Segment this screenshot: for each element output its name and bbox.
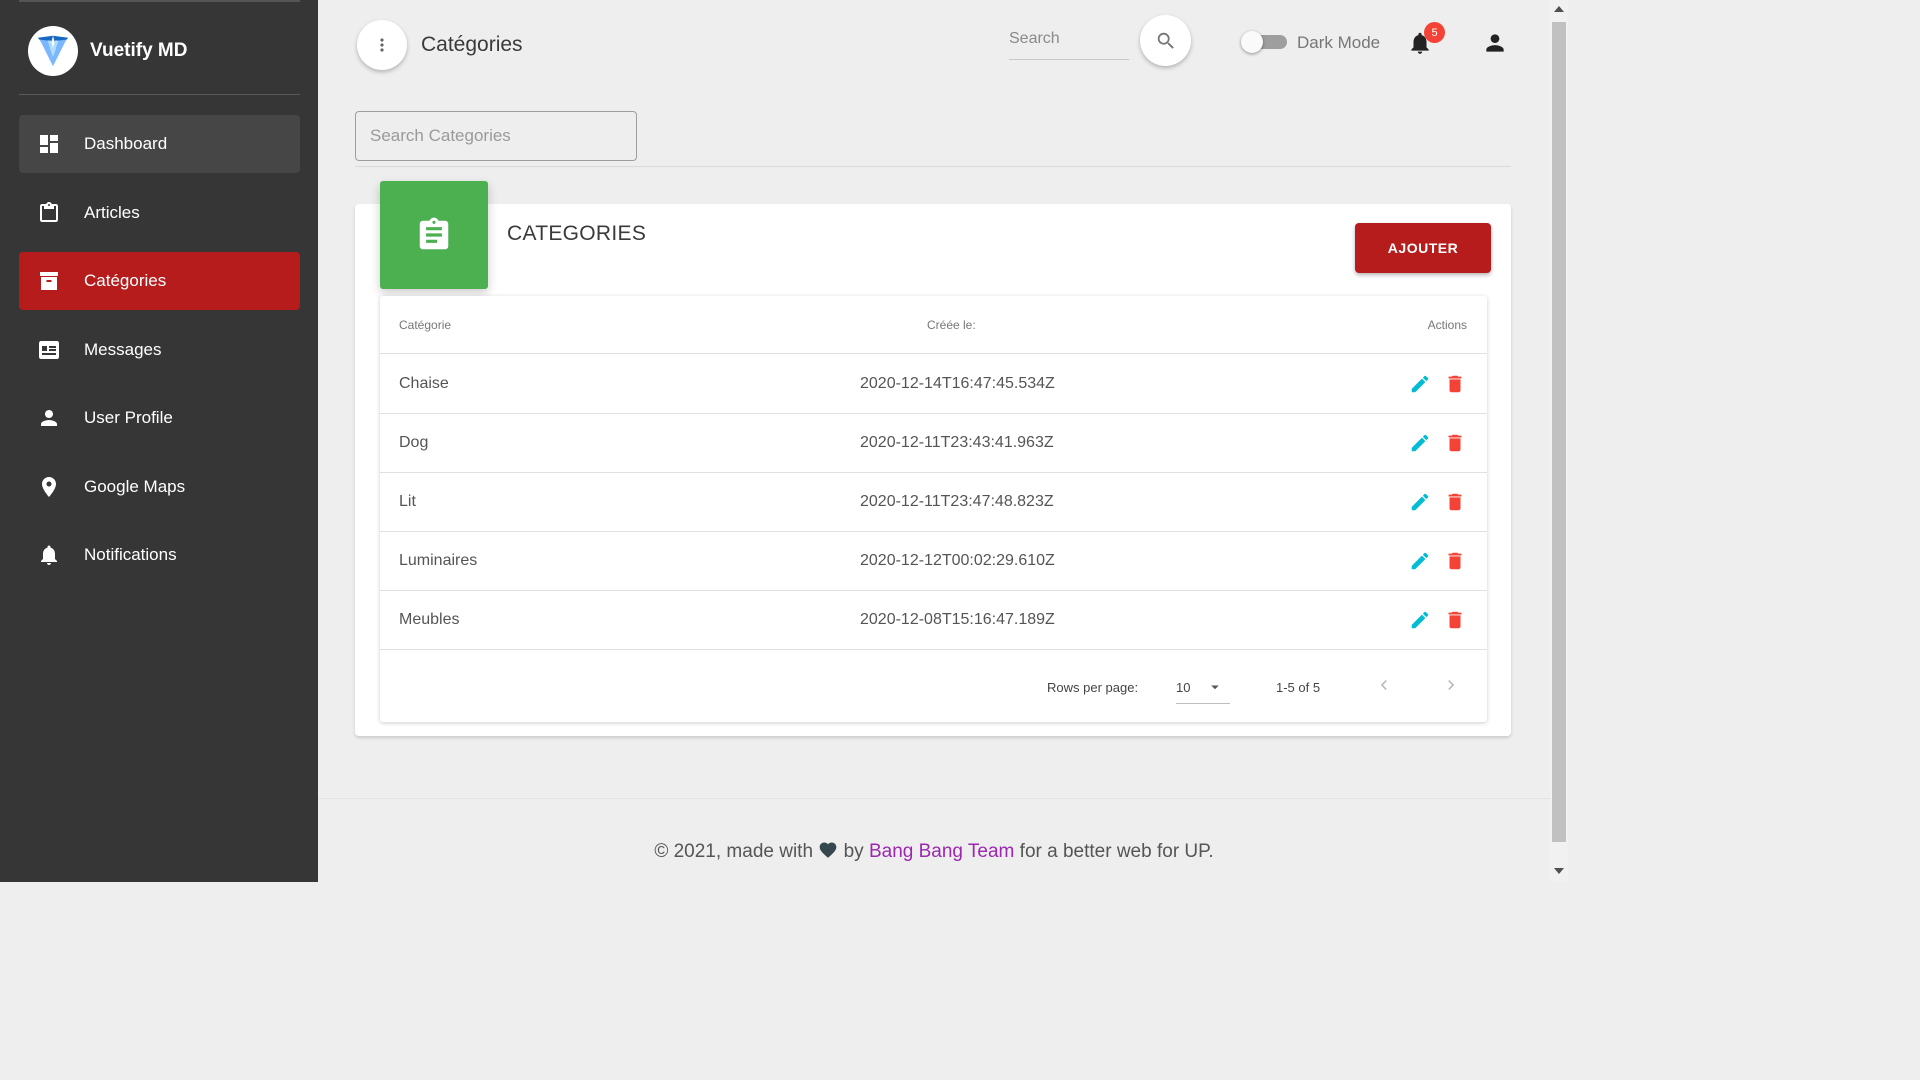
scrollbar-thumb[interactable] — [1552, 22, 1566, 842]
sidebar-item-articles[interactable]: Articles — [19, 184, 300, 242]
person-icon — [36, 405, 62, 431]
edit-pencil-icon[interactable] — [1409, 491, 1431, 513]
edit-pencil-icon[interactable] — [1409, 550, 1431, 572]
dashboard-icon — [36, 131, 62, 157]
table-row: Lit 2020-12-11T23:47:48.823Z — [380, 473, 1487, 532]
rows-per-page-select[interactable]: 10 — [1176, 672, 1230, 704]
search-button[interactable] — [1140, 15, 1191, 66]
toggle-knob — [1241, 31, 1263, 53]
column-header-created[interactable]: Créée le: — [927, 318, 976, 332]
table-row: Dog 2020-12-11T23:43:41.963Z — [380, 414, 1487, 473]
card-title: CATEGORIES — [507, 222, 647, 245]
brand-name: Vuetify MD — [90, 40, 188, 61]
categories-table: Catégorie Créée le: Actions Chaise 2020-… — [380, 296, 1487, 722]
sidebar-item-user-profile[interactable]: User Profile — [19, 389, 300, 447]
add-button[interactable]: AJOUTER — [1355, 223, 1491, 273]
sidebar-item-label: Dashboard — [84, 134, 168, 153]
notification-badge: 5 — [1424, 22, 1445, 43]
footer-by: by — [843, 841, 864, 862]
column-header-actions: Actions — [1427, 318, 1467, 332]
sidebar: Vuetify MD Dashboard Articles Catégories… — [0, 0, 318, 882]
column-header-category[interactable]: Catégorie — [399, 318, 451, 332]
footer-suffix: for a better web for UP. — [1019, 841, 1214, 862]
dark-mode-label: Dark Mode — [1297, 33, 1381, 52]
category-name: Dog — [399, 434, 429, 451]
sidebar-divider — [19, 94, 300, 95]
dots-vertical-icon — [380, 38, 384, 52]
top-search-field[interactable] — [1009, 24, 1129, 60]
sidebar-item-dashboard[interactable]: Dashboard — [19, 115, 300, 173]
sidebar-item-notifications[interactable]: Notifications — [19, 526, 300, 584]
newspaper-icon — [36, 337, 62, 363]
page-footer: © 2021, made with by Bang Bang Team for … — [318, 840, 1550, 863]
page-title: Catégories — [421, 33, 523, 56]
sidebar-item-google-maps[interactable]: Google Maps — [19, 458, 300, 516]
clipboard-text-icon — [419, 217, 449, 250]
created-date: 2020-12-11T23:43:41.963Z — [860, 434, 1054, 451]
table-header: Catégorie Créée le: Actions — [380, 296, 1487, 354]
rows-per-page-label: Rows per page: — [1047, 680, 1139, 695]
sidebar-item-label: Google Maps — [84, 477, 186, 496]
clipboard-icon — [36, 200, 62, 226]
card-header-icon — [380, 181, 488, 289]
edit-pencil-icon[interactable] — [1409, 609, 1431, 631]
dark-mode-toggle[interactable] — [1241, 31, 1287, 53]
account-button[interactable] — [1482, 30, 1508, 56]
brand[interactable]: Vuetify MD — [28, 26, 187, 76]
created-date: 2020-12-14T16:47:45.534Z — [860, 375, 1055, 392]
category-name: Luminaires — [399, 552, 478, 569]
map-marker-icon — [36, 474, 62, 500]
category-search-input[interactable] — [356, 112, 636, 160]
sidebar-top-line — [19, 0, 300, 2]
sidebar-item-categories[interactable]: Catégories — [19, 252, 300, 310]
sidebar-item-label: Catégories — [84, 271, 167, 290]
chevron-right-icon[interactable] — [1441, 675, 1461, 695]
account-icon — [1486, 34, 1504, 52]
delete-trash-icon[interactable] — [1444, 609, 1466, 631]
edit-pencil-icon[interactable] — [1409, 432, 1431, 454]
category-name: Meubles — [399, 611, 460, 628]
search-input[interactable] — [1009, 24, 1129, 54]
delete-trash-icon[interactable] — [1444, 550, 1466, 572]
chevron-left-icon[interactable] — [1374, 675, 1394, 695]
search-icon — [1157, 32, 1174, 49]
sidebar-item-label: User Profile — [84, 408, 173, 427]
table-pagination: Rows per page: 10 1-5 of 5 — [380, 650, 1487, 722]
chevron-down-icon — [1211, 685, 1219, 690]
scrollbar[interactable] — [1550, 0, 1568, 882]
page-range: 1-5 of 5 — [1276, 680, 1321, 695]
team-link[interactable]: Bang Bang Team — [869, 841, 1014, 862]
created-date: 2020-12-08T15:16:47.189Z — [860, 611, 1055, 628]
scroll-down-arrow-icon[interactable] — [1554, 868, 1564, 874]
sidebar-item-label: Articles — [84, 203, 140, 222]
sidebar-item-label: Messages — [84, 340, 162, 359]
scroll-up-arrow-icon[interactable] — [1554, 6, 1564, 12]
delete-trash-icon[interactable] — [1444, 432, 1466, 454]
archive-icon — [36, 268, 62, 294]
vuetify-logo-icon — [28, 26, 78, 76]
table-row: Chaise 2020-12-14T16:47:45.534Z — [380, 355, 1487, 414]
sidebar-item-label: Notifications — [84, 545, 177, 564]
bell-icon — [36, 542, 62, 568]
footer-prefix: © 2021, made with — [654, 841, 814, 862]
created-date: 2020-12-11T23:47:48.823Z — [860, 493, 1054, 510]
heart-icon — [819, 842, 837, 858]
sidebar-item-messages[interactable]: Messages — [19, 321, 300, 379]
table-row: Meubles 2020-12-08T15:16:47.189Z — [380, 591, 1487, 650]
footer-divider — [318, 798, 1550, 799]
created-date: 2020-12-12T00:02:29.610Z — [860, 552, 1055, 569]
delete-trash-icon[interactable] — [1444, 491, 1466, 513]
delete-trash-icon[interactable] — [1444, 373, 1466, 395]
content-divider — [355, 166, 1511, 167]
category-name: Chaise — [399, 375, 449, 392]
rows-per-page-value: 10 — [1176, 680, 1191, 695]
table-row: Luminaires 2020-12-12T00:02:29.610Z — [380, 532, 1487, 591]
menu-button[interactable] — [357, 20, 407, 70]
edit-pencil-icon[interactable] — [1409, 373, 1431, 395]
category-search-field[interactable] — [355, 111, 637, 161]
category-name: Lit — [399, 493, 416, 510]
